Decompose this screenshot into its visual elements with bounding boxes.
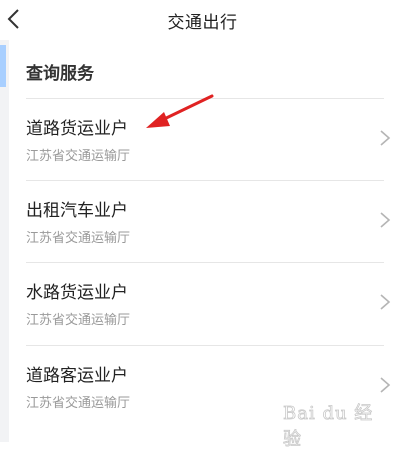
list-item-water-freight[interactable]: 水路货运业户 江苏省交通运输厅: [9, 263, 405, 343]
list-item-subtitle: 江苏省交通运输厅: [26, 231, 131, 246]
list-item-subtitle: 江苏省交通运输厅: [26, 396, 131, 411]
baidu-jingyan-watermark-logo: Bai du 经验: [283, 403, 374, 451]
list-item-subtitle: 江苏省交通运输厅: [26, 313, 131, 328]
list-item-title: 水路货运业户: [26, 283, 128, 303]
section-accent-bar: [0, 45, 6, 87]
header-bar: 交通出行: [0, 0, 405, 40]
chevron-right-icon: [380, 294, 391, 310]
page-title: 交通出行: [167, 13, 238, 33]
chevron-right-icon: [380, 377, 391, 393]
section-title: 查询服务: [26, 64, 94, 84]
chevron-right-icon: [380, 130, 391, 146]
chevron-right-icon: [380, 212, 391, 228]
list-item-taxi[interactable]: 出租汽车业户 江苏省交通运输厅: [9, 181, 405, 261]
list-item-road-freight[interactable]: 道路货运业户 江苏省交通运输厅: [9, 99, 405, 179]
list-item-title: 出租汽车业户: [26, 201, 128, 221]
list-item-title: 道路货运业户: [26, 119, 128, 139]
list-item-subtitle: 江苏省交通运输厅: [26, 149, 131, 164]
list-item-title: 道路客运业户: [26, 366, 128, 386]
left-edge-strip: [0, 40, 9, 442]
